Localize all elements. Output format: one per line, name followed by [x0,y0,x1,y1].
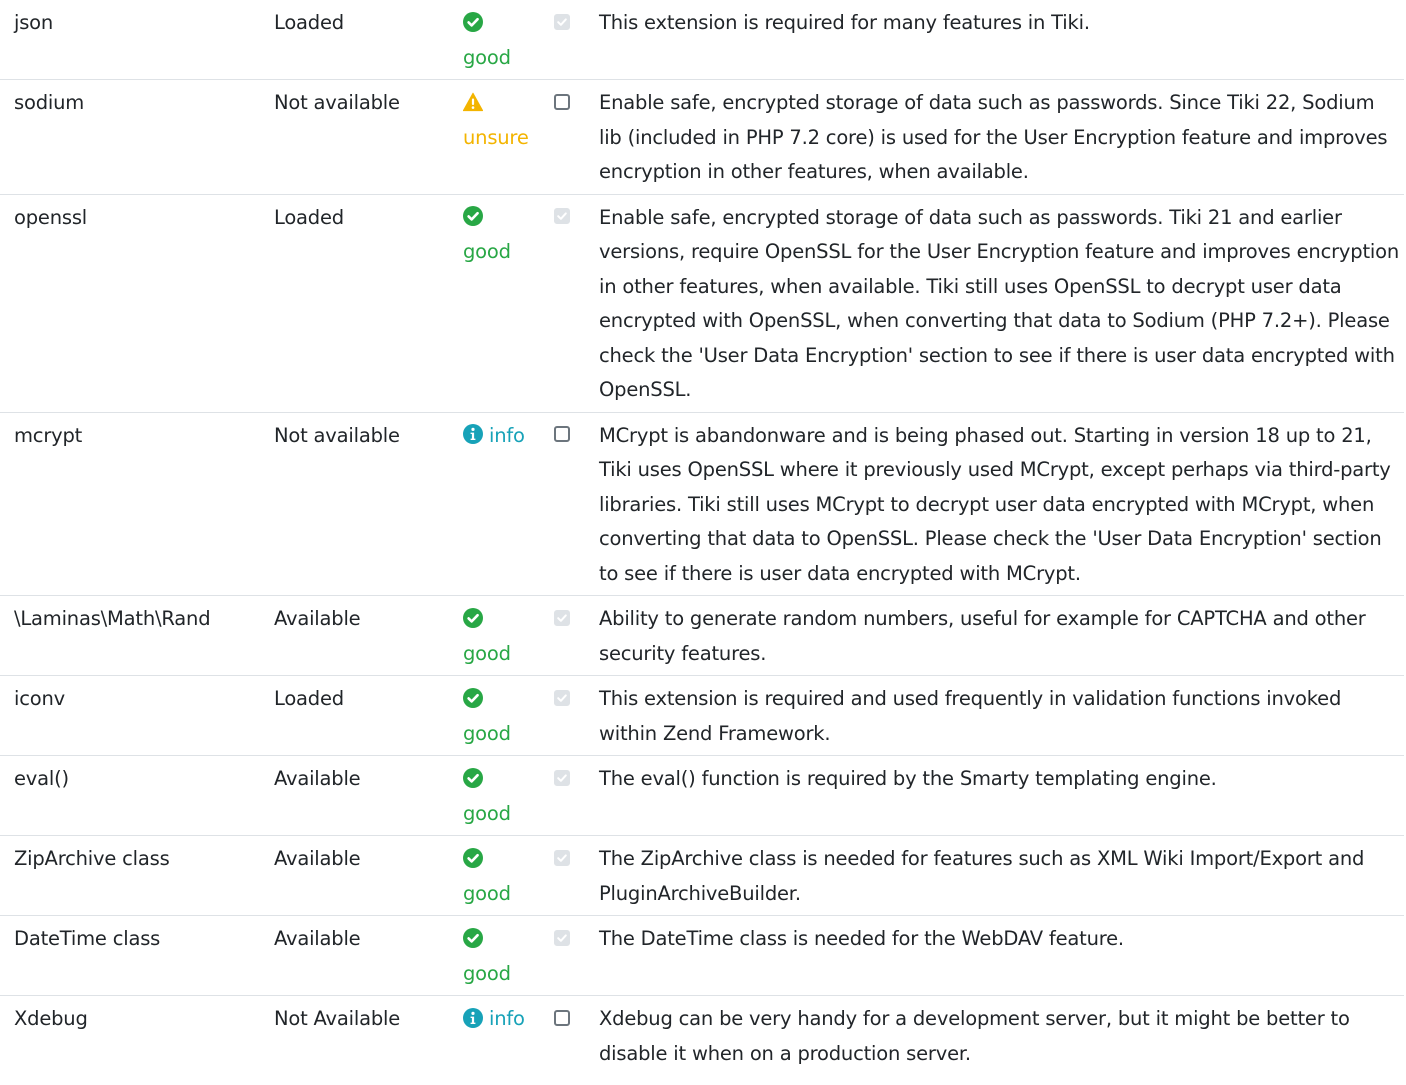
message-text: The ZipArchive class is needed for featu… [599,835,1404,916]
ack-cell [554,193,599,412]
acknowledge-checkbox[interactable] [554,426,570,442]
acknowledge-checkbox[interactable] [554,93,570,110]
status-cell: good [463,0,554,80]
table-row: eval() Available good The eval() functio… [0,755,1404,836]
ack-cell [554,915,599,996]
extension-name: ZipArchive class [0,835,274,916]
extension-name: DateTime class [0,915,274,996]
message-text: Xdebug can be very handy for a developme… [599,995,1404,1075]
message-text: The eval() function is required by the S… [599,755,1404,836]
table-row: Xdebug Not Available info Xdebug can be … [0,995,1404,1075]
check-circle-icon [463,206,483,226]
ack-cell [554,79,599,194]
availability-value: Loaded [274,11,344,34]
extension-name: openssl [0,193,274,412]
check-circle-icon [463,687,483,708]
acknowledge-checkbox[interactable] [554,849,570,866]
extension-name: Xdebug [0,995,274,1075]
availability-value: Available [274,835,463,916]
acknowledge-checkbox[interactable] [554,769,570,786]
status-cell: good [463,835,554,916]
extension-name: sodium [0,79,274,194]
status-label: unsure [463,125,529,149]
status-label: good [463,641,511,665]
acknowledge-checkbox[interactable] [554,929,570,946]
status-cell: good [463,595,554,676]
message-text: The DateTime class is needed for the Web… [599,915,1404,996]
status-label: good [463,881,511,905]
check-circle-icon [463,927,483,948]
message-text: Enable safe, encrypted storage of data s… [599,193,1404,412]
status-label: good [463,961,511,985]
ack-cell [554,675,599,756]
availability-value: Not available [274,79,463,194]
status-label: good [463,45,511,69]
table-row: ZipArchive class Available good The ZipA… [0,835,1404,916]
info-circle-icon [463,1007,483,1028]
availability-value: Available [274,595,463,676]
availability-value: Loaded [274,193,463,412]
status-cell: info [463,411,554,596]
table-row: sodium Not available unsure Enable safe,… [0,79,1404,194]
table-body: json Loaded good This extension is requi… [0,0,1404,1075]
ack-cell [554,595,599,676]
status-label: info [489,1007,525,1030]
extension-name: mcrypt [0,411,274,596]
message-text: Enable safe, encrypted storage of data s… [599,79,1404,194]
status-cell: good [463,675,554,756]
status-cell: unsure [463,79,554,194]
availability-value: Not Available [274,995,463,1075]
message-text: This extension is required and used freq… [599,675,1404,756]
status-label: info [489,423,525,447]
extension-name: iconv [0,675,274,756]
table-row: json Loaded good This extension is requi… [0,0,1404,80]
ack-cell [554,0,599,80]
info-circle-icon [463,424,483,444]
table-row: mcrypt Not available info MCrypt is aban… [0,411,1404,596]
availability-value: Available [274,755,463,836]
message-text: This extension is required for many feat… [599,11,1090,34]
message-text: MCrypt is abandonware and is being phase… [599,411,1404,596]
status-label: good [463,801,511,825]
check-circle-icon [463,767,483,788]
ack-cell [554,411,599,596]
check-circle-icon [463,11,483,32]
status-label: good [463,240,511,263]
table-row: iconv Loaded good This extension is requ… [0,675,1404,756]
status-cell: info [463,995,554,1075]
warning-triangle-icon [463,92,483,112]
acknowledge-checkbox[interactable] [554,13,570,30]
acknowledge-checkbox[interactable] [554,689,570,706]
availability-value: Not available [274,411,463,596]
check-circle-icon [463,847,483,868]
check-circle-icon [463,607,483,628]
acknowledge-checkbox[interactable] [554,1009,570,1026]
acknowledge-checkbox[interactable] [554,609,570,626]
status-cell: good [463,915,554,996]
status-label: good [463,721,511,745]
extension-name: \Laminas\Math\Rand [0,595,274,676]
message-text: Ability to generate random numbers, usef… [599,595,1404,676]
table-row: openssl Loaded good Enable safe, encrypt… [0,193,1404,412]
acknowledge-checkbox[interactable] [554,208,570,224]
table-row: \Laminas\Math\Rand Available good Abilit… [0,595,1404,676]
status-cell: good [463,755,554,836]
table-row: DateTime class Available good The DateTi… [0,915,1404,996]
status-cell: good [463,193,554,412]
extension-name: json [14,11,54,34]
ack-cell [554,755,599,836]
extension-name: eval() [0,755,274,836]
availability-value: Available [274,915,463,996]
ack-cell [554,995,599,1075]
availability-value: Loaded [274,675,463,756]
php-extensions-table: json Loaded good This extension is requi… [0,0,1404,1075]
ack-cell [554,835,599,916]
